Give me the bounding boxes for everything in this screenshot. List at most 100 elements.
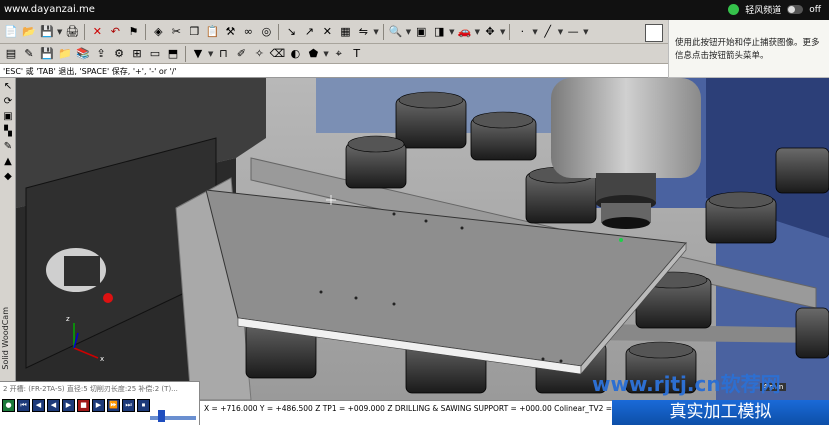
left-toolbar: ↖ ⟳ ▣ ▚ ✎ ▲ ◆ Solid WoodCam <box>0 78 16 400</box>
zoom-icon[interactable]: 🔍 <box>388 24 404 40</box>
chevron-down-icon[interactable]: ▼ <box>583 28 588 36</box>
new-file-icon[interactable]: 📄 <box>3 24 19 40</box>
chevron-down-icon[interactable]: ▼ <box>558 28 563 36</box>
separator <box>278 23 280 40</box>
main-toolbar: 📄 📂 💾 ▼ 🖨 ✕ ↶ ⚑ ◈ ✂ ❐ 📋 ⚒ ∞ ◎ ↘ ↗ ✕ ▦ ⇋ … <box>0 20 668 44</box>
operation-info: 2 开槽: (FR-2TA-S) 直径:5 切削刃长度:25 补偿:2 (T).… <box>3 385 178 393</box>
fill-icon[interactable]: ◐ <box>287 46 303 62</box>
cursor-icon[interactable]: ↖ <box>1 80 15 93</box>
text-tool-icon[interactable]: T <box>349 46 365 62</box>
rotate-icon[interactable]: ⟳ <box>1 95 15 108</box>
cube-icon[interactable]: ◆ <box>1 170 15 183</box>
toggle-switch[interactable] <box>787 5 804 14</box>
back-button[interactable]: ◀ <box>47 399 60 412</box>
end-button[interactable]: ⏹ <box>137 399 150 412</box>
capture-button[interactable] <box>645 24 663 42</box>
redo-icon[interactable]: ⚑ <box>125 24 141 40</box>
simulation-panel: 2 开槽: (FR-2TA-S) 直径:5 切削刃长度:25 补偿:2 (T).… <box>0 381 200 425</box>
paint-icon[interactable]: ▲ <box>1 155 15 168</box>
playback-controls: ● ⏮ ◀ ◀ ▶ ■ ▶ ⏩ ⏭ ⏹ <box>2 399 150 412</box>
speed-slider[interactable] <box>150 416 196 420</box>
pencil-icon[interactable]: ✎ <box>1 140 15 153</box>
car-icon[interactable]: 🚗 <box>457 24 473 40</box>
pointer-icon[interactable]: ↗ <box>301 24 317 40</box>
copy-icon[interactable]: ❐ <box>186 24 202 40</box>
machine-scene: z x <box>16 78 829 400</box>
3d-viewport[interactable]: z x <box>16 78 829 400</box>
paste-icon[interactable]: 📋 <box>204 24 220 40</box>
chevron-down-icon[interactable]: ▼ <box>208 50 213 58</box>
save-icon[interactable]: 💾 <box>39 24 55 40</box>
part-icon[interactable]: ▤ <box>3 46 19 62</box>
undo-icon[interactable]: ↶ <box>107 24 123 40</box>
chevron-down-icon[interactable]: ▼ <box>449 28 454 36</box>
cut-icon[interactable]: ✂ <box>168 24 184 40</box>
export-icon[interactable]: ⇪ <box>93 46 109 62</box>
line-icon[interactable]: ╱ <box>540 24 556 40</box>
library-icon[interactable]: 📚 <box>75 46 91 62</box>
fast-forward-button[interactable]: ⏭ <box>122 399 135 412</box>
separator <box>509 23 511 40</box>
separator <box>185 45 186 62</box>
eraser-icon[interactable]: ⌫ <box>269 46 286 62</box>
box-icon[interactable]: ▣ <box>1 110 15 123</box>
stop-button[interactable]: ■ <box>77 399 90 412</box>
chevron-down-icon[interactable]: ▼ <box>57 28 62 36</box>
separator <box>145 23 147 40</box>
tool-icon[interactable]: ⚒ <box>222 24 238 40</box>
save-part-icon[interactable]: 💾 <box>39 46 55 62</box>
groove-icon[interactable]: ⬒ <box>165 46 181 62</box>
drill-icon[interactable]: ⚙ <box>111 46 127 62</box>
svg-text:x: x <box>100 355 104 363</box>
layers-icon[interactable]: ◈ <box>150 24 166 40</box>
chevron-down-icon[interactable]: ▼ <box>373 28 378 36</box>
chevron-down-icon[interactable]: ▼ <box>323 50 328 58</box>
top-bar: www.dayanzai.me 轻风频道 off <box>0 0 829 20</box>
forward-button[interactable]: ⏩ <box>107 399 120 412</box>
chevron-down-icon[interactable]: ▼ <box>475 28 480 36</box>
rewind-button[interactable]: ⏮ <box>17 399 30 412</box>
link-icon[interactable]: ∞ <box>240 24 256 40</box>
checker-icon[interactable]: ▚ <box>1 125 15 138</box>
clamp-icon[interactable]: ⊓ <box>215 46 231 62</box>
shape-icon[interactable]: ⬟ <box>305 46 321 62</box>
record-button[interactable]: ● <box>2 399 15 412</box>
step-back-button[interactable]: ◀ <box>32 399 45 412</box>
pocket-icon[interactable]: ▭ <box>147 46 163 62</box>
move-icon[interactable]: ✥ <box>482 24 498 40</box>
pen-icon[interactable]: ✐ <box>233 46 249 62</box>
circle-icon[interactable]: ◎ <box>258 24 274 40</box>
chevron-down-icon[interactable]: ▼ <box>532 28 537 36</box>
svg-text:z: z <box>66 315 70 323</box>
frame-icon[interactable]: ▣ <box>413 24 429 40</box>
tag-icon[interactable]: ⌖ <box>331 46 347 62</box>
watermark-url: www.rjtj.cn软荐网 <box>592 372 781 396</box>
topbar-right: 轻风频道 off <box>728 3 821 16</box>
grid-icon[interactable]: ▦ <box>337 24 353 40</box>
toggle-state: off <box>809 4 821 15</box>
drawing-icon[interactable]: ✎ <box>21 46 37 62</box>
secondary-toolbar: ▤ ✎ 💾 📁 📚 ⇪ ⚙ ⊞ ▭ ⬒ ▼ ▼ ⊓ ✐ ✧ ⌫ ◐ ⬟ ▼ ⌖ … <box>0 44 668 64</box>
dot-icon[interactable]: · <box>514 24 530 40</box>
site-url: www.dayanzai.me <box>4 4 95 15</box>
channel-label[interactable]: 轻风频道 <box>745 3 781 16</box>
status-line: 'ESC' 或 'TAB' 退出, 'SPACE' 保存, '+', '-' o… <box>0 64 668 78</box>
wand-icon[interactable]: ✧ <box>251 46 267 62</box>
arrow-tool-icon[interactable]: ↘ <box>283 24 299 40</box>
delete-icon[interactable]: ✕ <box>89 24 105 40</box>
play-button[interactable]: ▶ <box>62 399 75 412</box>
open-folder-icon[interactable]: 📂 <box>21 24 37 40</box>
view-icon[interactable]: ◨ <box>431 24 447 40</box>
funnel-icon[interactable]: ▼ <box>190 46 206 62</box>
slider-knob[interactable] <box>158 410 165 422</box>
saw-icon[interactable]: ⊞ <box>129 46 145 62</box>
open-part-icon[interactable]: 📁 <box>57 46 73 62</box>
separator <box>382 23 384 40</box>
print-icon[interactable]: 🖨 <box>64 24 80 40</box>
dash-icon[interactable]: — <box>565 24 581 40</box>
step-button[interactable]: ▶ <box>92 399 105 412</box>
chevron-down-icon[interactable]: ▼ <box>406 28 411 36</box>
chevron-down-icon[interactable]: ▼ <box>500 28 505 36</box>
mirror-icon[interactable]: ⇋ <box>355 24 371 40</box>
cross-icon[interactable]: ✕ <box>319 24 335 40</box>
